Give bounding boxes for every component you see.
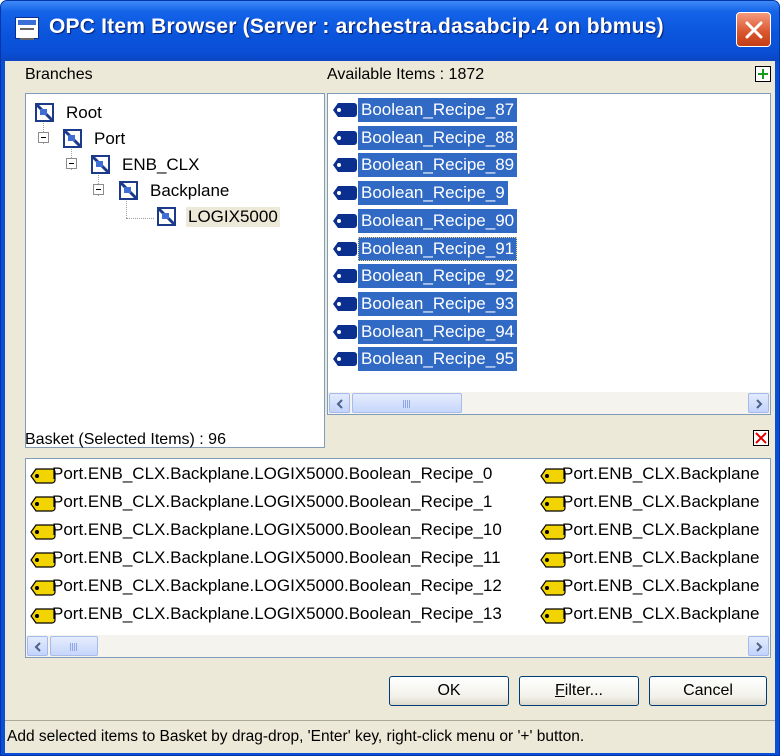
tree-expander[interactable] xyxy=(38,132,49,143)
scroll-thumb[interactable] xyxy=(352,393,462,413)
tag-node-icon xyxy=(63,129,83,149)
chevron-right-icon xyxy=(756,399,763,409)
green-plus-icon[interactable] xyxy=(755,66,771,82)
available-items-label: Available Items : 1872 xyxy=(327,66,485,83)
cancel-button[interactable]: Cancel xyxy=(649,676,767,706)
tag-item-icon xyxy=(333,269,357,284)
filter-hotkey: F xyxy=(554,682,565,699)
tree-node-label: ENB_CLX xyxy=(122,155,200,174)
scroll-thumb[interactable] xyxy=(50,636,98,656)
basket-item-label: Port.ENB_CLX.Backplane.LOGIX5000.Boolean… xyxy=(52,520,502,539)
available-item-label: Boolean_Recipe_94 xyxy=(358,319,518,344)
tree-node-label: Backplane xyxy=(150,181,230,200)
tree-node-label: Port xyxy=(94,129,126,148)
basket-item-label: Port.ENB_CLX.Backplane xyxy=(562,464,760,483)
tag-item-icon xyxy=(333,324,357,339)
filter-button[interactable]: Filter... xyxy=(519,676,639,706)
scroll-left-button[interactable] xyxy=(27,636,48,656)
basket-item-label: Port.ENB_CLX.Backplane.LOGIX5000.Boolean… xyxy=(52,576,502,595)
basket-item-label: Port.ENB_CLX.Backplane.LOGIX5000.Boolean… xyxy=(52,492,493,511)
branches-label: Branches xyxy=(25,66,93,83)
tag-item-icon xyxy=(333,158,357,173)
tree-node-label: LOGIX5000 xyxy=(186,207,280,227)
available-item-label: Boolean_Recipe_90 xyxy=(358,208,518,233)
basket-item-label: Port.ENB_CLX.Backplane xyxy=(562,576,760,595)
status-bar: Add selected items to Basket by drag-dro… xyxy=(5,720,775,753)
available-item-label: Boolean_Recipe_87 xyxy=(358,98,518,122)
tag-node-icon xyxy=(157,207,177,227)
filter-label: ilter... xyxy=(564,682,603,699)
basket-item-label: Port.ENB_CLX.Backplane xyxy=(562,492,760,511)
tag-node-icon xyxy=(35,103,55,123)
basket-label: Basket (Selected Items) : 96 xyxy=(25,431,226,448)
available-item-label: Boolean_Recipe_92 xyxy=(358,264,518,289)
available-item-label: Boolean_Recipe_95 xyxy=(358,347,518,372)
available-hscrollbar[interactable] xyxy=(328,392,770,414)
scroll-right-button[interactable] xyxy=(748,636,769,656)
available-item-label: Boolean_Recipe_88 xyxy=(358,125,518,150)
tag-item-icon xyxy=(333,296,357,311)
tag-item-icon xyxy=(333,213,357,228)
available-items-list[interactable]: Boolean_Recipe_87 Boolean_Recipe_88 Boolea… xyxy=(327,93,771,415)
close-icon xyxy=(745,21,763,39)
tag-item-icon xyxy=(333,352,357,367)
chevron-left-icon xyxy=(336,399,343,409)
app-window-icon xyxy=(15,17,39,40)
tag-item-icon xyxy=(333,103,357,117)
basket-item-label: Port.ENB_CLX.Backplane.LOGIX5000.Boolean… xyxy=(52,604,502,623)
basket-item-label: Port.ENB_CLX.Backplane xyxy=(562,604,760,623)
ok-button[interactable]: OK xyxy=(389,676,509,706)
tree-expander[interactable] xyxy=(93,184,104,195)
available-item-label: Boolean_Recipe_9 xyxy=(358,181,508,206)
scroll-right-button[interactable] xyxy=(748,393,769,413)
opc-item-browser-window: OPC Item Browser (Server : archestra.das… xyxy=(0,0,780,756)
tag-item-icon xyxy=(333,186,357,201)
red-x-icon[interactable] xyxy=(753,430,769,446)
dialog-client-area: Branches Available Items : 1872 Root Por… xyxy=(5,61,775,753)
available-item-label: Boolean_Recipe_93 xyxy=(358,291,518,316)
basket-item-label: Port.ENB_CLX.Backplane.LOGIX5000.Boolean… xyxy=(52,548,501,567)
title-bar[interactable]: OPC Item Browser (Server : archestra.das… xyxy=(1,1,779,61)
basket-hscrollbar[interactable] xyxy=(26,635,770,657)
basket-item-label: Port.ENB_CLX.Backplane xyxy=(562,548,760,567)
chevron-right-icon xyxy=(756,642,763,652)
branches-tree[interactable]: Root Port ENB_CLX Backplane LOGIX5000 xyxy=(25,93,325,448)
scroll-left-button[interactable] xyxy=(329,393,350,413)
tag-node-icon xyxy=(119,181,139,201)
available-item-label: Boolean_Recipe_91 xyxy=(358,236,518,261)
available-item-label: Boolean_Recipe_89 xyxy=(358,153,518,178)
basket-item-label: Port.ENB_CLX.Backplane.LOGIX5000.Boolean… xyxy=(52,464,493,483)
tree-node-label: Root xyxy=(66,103,102,122)
close-button[interactable] xyxy=(736,12,771,47)
tree-expander[interactable] xyxy=(66,158,77,169)
tag-item-icon xyxy=(333,241,357,256)
tag-node-icon xyxy=(91,155,111,175)
basket-item-label: Port.ENB_CLX.Backplane xyxy=(562,520,760,539)
window-title: OPC Item Browser (Server : archestra.das… xyxy=(49,15,664,38)
basket-list[interactable]: Port.ENB_CLX.Backplane.LOGIX5000.Boolean… xyxy=(25,458,771,658)
chevron-left-icon xyxy=(34,642,41,652)
tag-item-icon xyxy=(333,130,357,145)
